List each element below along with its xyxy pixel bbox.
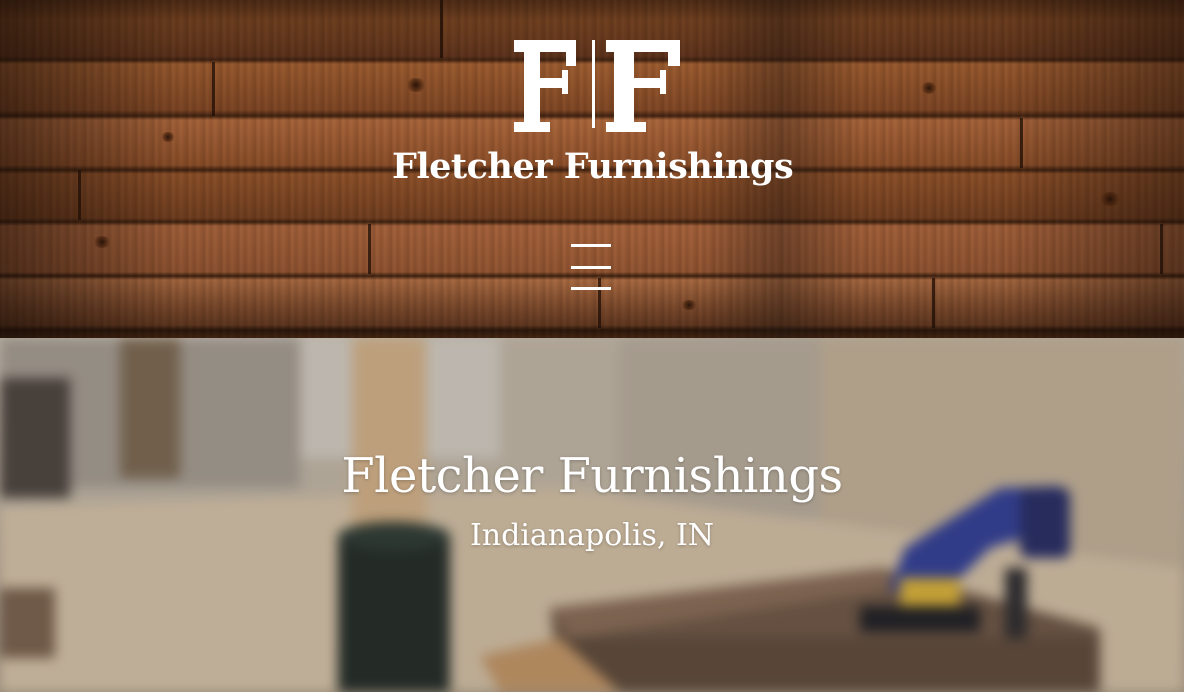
- wood-knot: [1098, 192, 1122, 206]
- wood-knot: [680, 300, 698, 310]
- ff-logo-icon[interactable]: [506, 38, 682, 134]
- plank-seam: [440, 0, 443, 58]
- site-header: Fletcher Furnishings: [0, 0, 1184, 338]
- plank-seam: [1020, 118, 1023, 168]
- wood-knot: [920, 82, 938, 94]
- hero-subtitle: Indianapolis, IN: [469, 518, 715, 553]
- plank-seam: [1160, 224, 1163, 274]
- hero-title: Fletcher Furnishings: [341, 448, 843, 504]
- plank-seam: [212, 62, 215, 116]
- plank-seam: [78, 170, 81, 220]
- menu-bar: [571, 244, 611, 247]
- plank-seam: [932, 278, 935, 328]
- plank-seam: [368, 224, 371, 274]
- hamburger-menu-icon[interactable]: [569, 242, 613, 292]
- hero-section: Fletcher Furnishings Indianapolis, IN: [0, 338, 1184, 692]
- menu-bar: [571, 287, 611, 290]
- wood-knot: [405, 78, 427, 92]
- brand-name[interactable]: Fletcher Furnishings: [392, 142, 794, 192]
- menu-bar: [571, 266, 611, 269]
- wood-knot: [92, 236, 112, 248]
- wood-knot: [160, 132, 176, 142]
